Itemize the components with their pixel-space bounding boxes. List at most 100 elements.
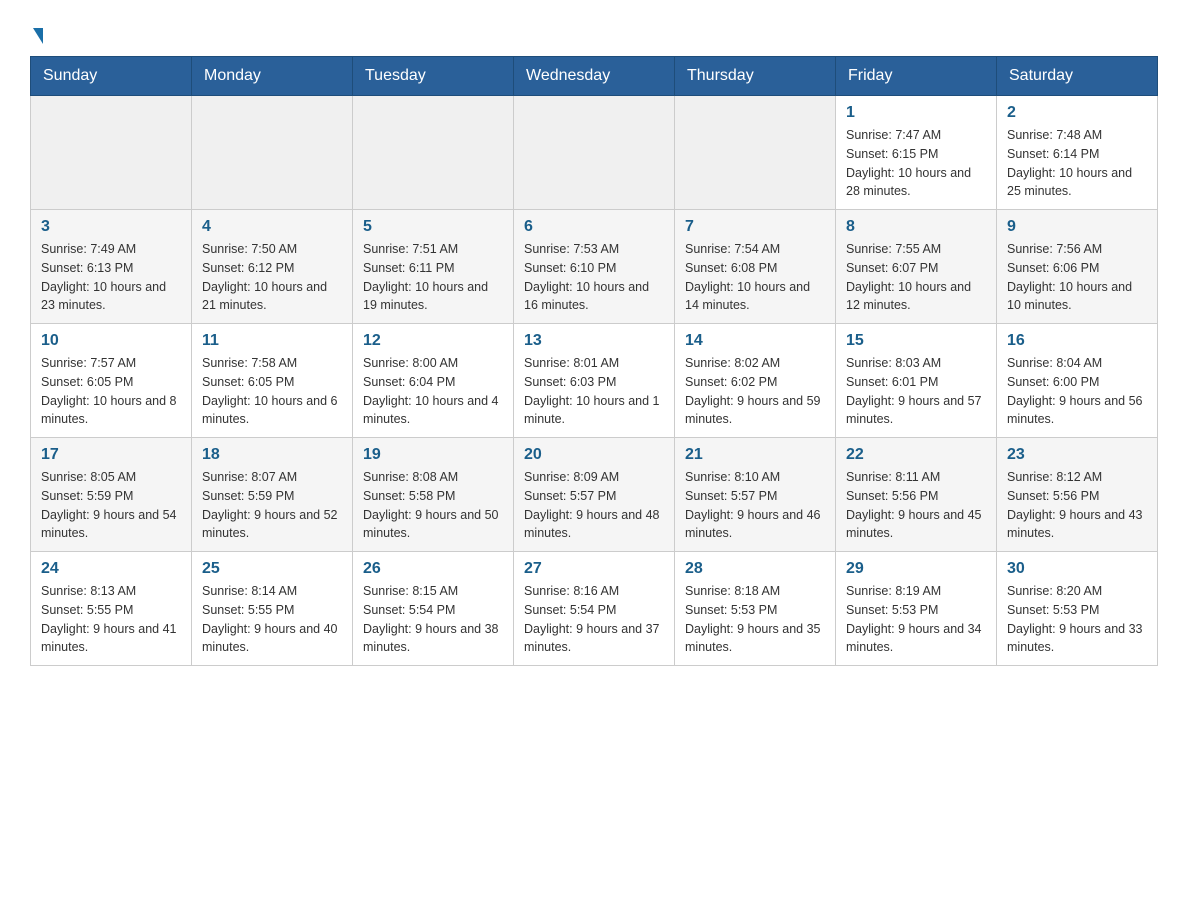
day-info: Sunrise: 8:14 AMSunset: 5:55 PMDaylight:…	[202, 582, 342, 657]
calendar-header-row: SundayMondayTuesdayWednesdayThursdayFrid…	[31, 57, 1158, 96]
weekday-header-wednesday: Wednesday	[514, 57, 675, 96]
day-number: 20	[524, 446, 664, 464]
calendar-cell: 15 Sunrise: 8:03 AMSunset: 6:01 PMDayligh…	[836, 324, 997, 438]
day-number: 16	[1007, 332, 1147, 350]
calendar-cell: 24 Sunrise: 8:13 AMSunset: 5:55 PMDayligh…	[31, 552, 192, 666]
calendar-week-row: 1 Sunrise: 7:47 AMSunset: 6:15 PMDaylight…	[31, 96, 1158, 210]
day-number: 29	[846, 560, 986, 578]
day-info: Sunrise: 8:13 AMSunset: 5:55 PMDaylight:…	[41, 582, 181, 657]
calendar-cell: 17 Sunrise: 8:05 AMSunset: 5:59 PMDayligh…	[31, 438, 192, 552]
day-info: Sunrise: 8:19 AMSunset: 5:53 PMDaylight:…	[846, 582, 986, 657]
day-number: 9	[1007, 218, 1147, 236]
day-info: Sunrise: 7:51 AMSunset: 6:11 PMDaylight:…	[363, 240, 503, 315]
day-info: Sunrise: 8:20 AMSunset: 5:53 PMDaylight:…	[1007, 582, 1147, 657]
calendar-cell: 22 Sunrise: 8:11 AMSunset: 5:56 PMDayligh…	[836, 438, 997, 552]
day-info: Sunrise: 7:47 AMSunset: 6:15 PMDaylight:…	[846, 126, 986, 201]
weekday-header-thursday: Thursday	[675, 57, 836, 96]
day-number: 6	[524, 218, 664, 236]
calendar-week-row: 10 Sunrise: 7:57 AMSunset: 6:05 PMDayligh…	[31, 324, 1158, 438]
calendar-cell: 16 Sunrise: 8:04 AMSunset: 6:00 PMDayligh…	[997, 324, 1158, 438]
calendar-table: SundayMondayTuesdayWednesdayThursdayFrid…	[30, 56, 1158, 666]
calendar-cell: 2 Sunrise: 7:48 AMSunset: 6:14 PMDaylight…	[997, 96, 1158, 210]
calendar-cell	[353, 96, 514, 210]
day-info: Sunrise: 8:16 AMSunset: 5:54 PMDaylight:…	[524, 582, 664, 657]
calendar-cell: 29 Sunrise: 8:19 AMSunset: 5:53 PMDayligh…	[836, 552, 997, 666]
calendar-cell: 12 Sunrise: 8:00 AMSunset: 6:04 PMDayligh…	[353, 324, 514, 438]
weekday-header-tuesday: Tuesday	[353, 57, 514, 96]
calendar-cell	[31, 96, 192, 210]
day-info: Sunrise: 8:12 AMSunset: 5:56 PMDaylight:…	[1007, 468, 1147, 543]
calendar-week-row: 24 Sunrise: 8:13 AMSunset: 5:55 PMDayligh…	[31, 552, 1158, 666]
day-info: Sunrise: 7:49 AMSunset: 6:13 PMDaylight:…	[41, 240, 181, 315]
day-info: Sunrise: 8:04 AMSunset: 6:00 PMDaylight:…	[1007, 354, 1147, 429]
day-number: 24	[41, 560, 181, 578]
day-number: 26	[363, 560, 503, 578]
day-number: 11	[202, 332, 342, 350]
day-info: Sunrise: 8:05 AMSunset: 5:59 PMDaylight:…	[41, 468, 181, 543]
calendar-cell: 27Sunrise: 8:16 AMSunset: 5:54 PMDayligh…	[514, 552, 675, 666]
day-number: 5	[363, 218, 503, 236]
day-info: Sunrise: 8:00 AMSunset: 6:04 PMDaylight:…	[363, 354, 503, 429]
calendar-cell: 28 Sunrise: 8:18 AMSunset: 5:53 PMDayligh…	[675, 552, 836, 666]
calendar-week-row: 3 Sunrise: 7:49 AMSunset: 6:13 PMDaylight…	[31, 210, 1158, 324]
day-number: 10	[41, 332, 181, 350]
day-info: Sunrise: 8:11 AMSunset: 5:56 PMDaylight:…	[846, 468, 986, 543]
day-number: 8	[846, 218, 986, 236]
day-number: 15	[846, 332, 986, 350]
day-info: Sunrise: 8:15 AMSunset: 5:54 PMDaylight:…	[363, 582, 503, 657]
day-info: Sunrise: 8:10 AMSunset: 5:57 PMDaylight:…	[685, 468, 825, 543]
day-number: 12	[363, 332, 503, 350]
calendar-cell: 25 Sunrise: 8:14 AMSunset: 5:55 PMDayligh…	[192, 552, 353, 666]
calendar-cell	[192, 96, 353, 210]
day-info: Sunrise: 8:09 AMSunset: 5:57 PMDaylight:…	[524, 468, 664, 543]
day-info: Sunrise: 7:58 AMSunset: 6:05 PMDaylight:…	[202, 354, 342, 429]
day-number: 30	[1007, 560, 1147, 578]
logo-triangle-icon	[33, 28, 43, 44]
day-info: Sunrise: 7:55 AMSunset: 6:07 PMDaylight:…	[846, 240, 986, 315]
day-info: Sunrise: 7:50 AMSunset: 6:12 PMDaylight:…	[202, 240, 342, 315]
day-number: 2	[1007, 104, 1147, 122]
day-info: Sunrise: 7:48 AMSunset: 6:14 PMDaylight:…	[1007, 126, 1147, 201]
day-number: 18	[202, 446, 342, 464]
day-info: Sunrise: 7:54 AMSunset: 6:08 PMDaylight:…	[685, 240, 825, 315]
calendar-cell: 19Sunrise: 8:08 AMSunset: 5:58 PMDayligh…	[353, 438, 514, 552]
day-number: 4	[202, 218, 342, 236]
logo	[30, 30, 43, 46]
calendar-cell: 20 Sunrise: 8:09 AMSunset: 5:57 PMDayligh…	[514, 438, 675, 552]
calendar-cell: 26 Sunrise: 8:15 AMSunset: 5:54 PMDayligh…	[353, 552, 514, 666]
calendar-cell: 11 Sunrise: 7:58 AMSunset: 6:05 PMDayligh…	[192, 324, 353, 438]
page-header	[30, 20, 1158, 46]
day-info: Sunrise: 8:01 AMSunset: 6:03 PMDaylight:…	[524, 354, 664, 429]
day-number: 3	[41, 218, 181, 236]
calendar-cell: 3 Sunrise: 7:49 AMSunset: 6:13 PMDaylight…	[31, 210, 192, 324]
day-info: Sunrise: 7:56 AMSunset: 6:06 PMDaylight:…	[1007, 240, 1147, 315]
day-number: 14	[685, 332, 825, 350]
day-number: 13	[524, 332, 664, 350]
calendar-cell: 6 Sunrise: 7:53 AMSunset: 6:10 PMDaylight…	[514, 210, 675, 324]
day-info: Sunrise: 8:18 AMSunset: 5:53 PMDaylight:…	[685, 582, 825, 657]
calendar-cell: 13 Sunrise: 8:01 AMSunset: 6:03 PMDayligh…	[514, 324, 675, 438]
weekday-header-saturday: Saturday	[997, 57, 1158, 96]
calendar-cell: 21Sunrise: 8:10 AMSunset: 5:57 PMDayligh…	[675, 438, 836, 552]
calendar-week-row: 17 Sunrise: 8:05 AMSunset: 5:59 PMDayligh…	[31, 438, 1158, 552]
day-info: Sunrise: 8:03 AMSunset: 6:01 PMDaylight:…	[846, 354, 986, 429]
day-number: 22	[846, 446, 986, 464]
calendar-cell: 8 Sunrise: 7:55 AMSunset: 6:07 PMDaylight…	[836, 210, 997, 324]
weekday-header-sunday: Sunday	[31, 57, 192, 96]
calendar-cell: 23 Sunrise: 8:12 AMSunset: 5:56 PMDayligh…	[997, 438, 1158, 552]
calendar-cell: 1 Sunrise: 7:47 AMSunset: 6:15 PMDaylight…	[836, 96, 997, 210]
day-number: 1	[846, 104, 986, 122]
day-info: Sunrise: 8:08 AMSunset: 5:58 PMDaylight:…	[363, 468, 503, 543]
day-number: 28	[685, 560, 825, 578]
day-number: 23	[1007, 446, 1147, 464]
calendar-cell: 4 Sunrise: 7:50 AMSunset: 6:12 PMDaylight…	[192, 210, 353, 324]
calendar-cell: 7Sunrise: 7:54 AMSunset: 6:08 PMDaylight…	[675, 210, 836, 324]
day-info: Sunrise: 8:07 AMSunset: 5:59 PMDaylight:…	[202, 468, 342, 543]
day-number: 17	[41, 446, 181, 464]
calendar-cell: 10 Sunrise: 7:57 AMSunset: 6:05 PMDayligh…	[31, 324, 192, 438]
day-number: 25	[202, 560, 342, 578]
day-info: Sunrise: 7:53 AMSunset: 6:10 PMDaylight:…	[524, 240, 664, 315]
calendar-cell	[675, 96, 836, 210]
day-info: Sunrise: 7:57 AMSunset: 6:05 PMDaylight:…	[41, 354, 181, 429]
calendar-cell: 14Sunrise: 8:02 AMSunset: 6:02 PMDayligh…	[675, 324, 836, 438]
